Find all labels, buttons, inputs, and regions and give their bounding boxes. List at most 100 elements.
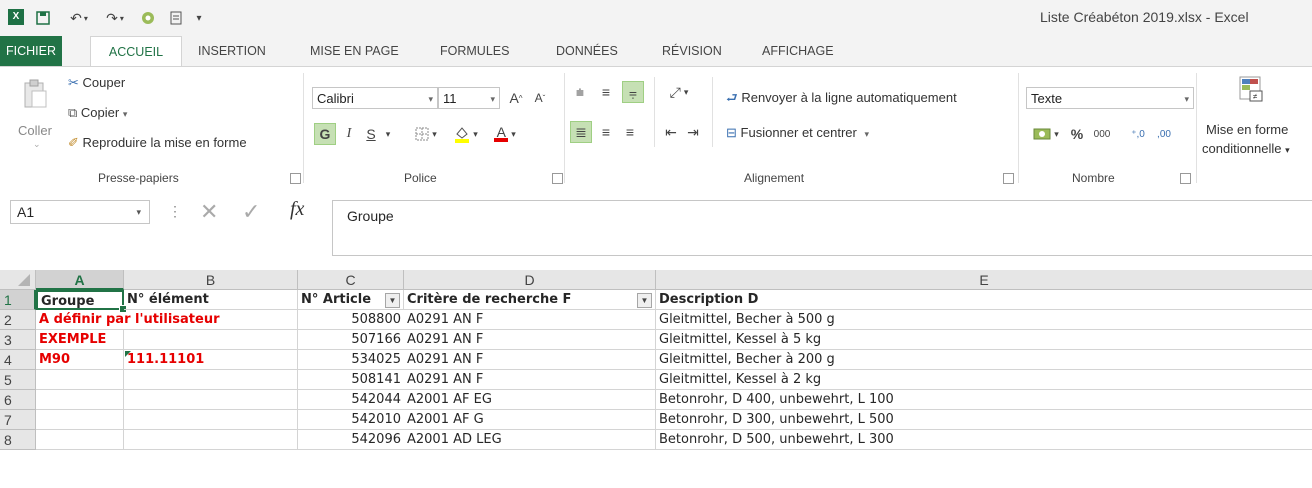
cell-e5[interactable]: Gleitmittel, Kessel à 2 kg: [656, 370, 1312, 390]
align-right-icon[interactable]: ≡: [620, 121, 640, 143]
name-box[interactable]: A1 ▾: [10, 200, 150, 224]
increase-indent-icon[interactable]: ⇥: [684, 121, 702, 143]
tab-donnees[interactable]: DONNÉES: [556, 36, 618, 66]
tab-mise-en-page[interactable]: MISE EN PAGE: [310, 36, 399, 66]
borders-icon[interactable]: ▾: [412, 123, 440, 145]
align-left-icon[interactable]: ≣: [570, 121, 592, 143]
align-middle-icon[interactable]: ≡: [596, 81, 616, 103]
decrease-indent-icon[interactable]: ⇤: [662, 121, 680, 143]
column-header-d[interactable]: D: [404, 270, 656, 290]
tab-insertion[interactable]: INSERTION: [198, 36, 266, 66]
cell-d8[interactable]: A2001 AD LEG: [404, 430, 656, 450]
paste-dropdown-icon[interactable]: ⌄: [33, 139, 41, 150]
column-header-c[interactable]: C: [298, 270, 404, 290]
increase-decimal-icon[interactable]: ⁺ ,0: [1126, 123, 1150, 145]
cell-d3[interactable]: A0291 AN F: [404, 330, 656, 350]
filter-dropdown-icon[interactable]: ▼: [385, 293, 400, 308]
cell-c4[interactable]: 534025: [298, 350, 404, 370]
row-header[interactable]: 7: [0, 410, 36, 430]
font-size-select[interactable]: 11 ▾: [438, 87, 500, 109]
shrink-font-icon[interactable]: Aˇ: [530, 87, 550, 109]
paste-icon[interactable]: [22, 79, 48, 112]
cell-e2[interactable]: Gleitmittel, Becher à 500 g: [656, 310, 1312, 330]
select-all-corner[interactable]: [0, 270, 36, 290]
cell-e6[interactable]: Betonrohr, D 400, unbewehrt, L 100: [656, 390, 1312, 410]
clipboard-launcher-icon[interactable]: [290, 173, 301, 184]
spelling-icon[interactable]: [138, 8, 158, 28]
underline-button[interactable]: S: [362, 123, 380, 145]
column-header-e[interactable]: E: [656, 270, 1312, 290]
row-header[interactable]: 1: [0, 290, 36, 310]
print-preview-icon[interactable]: [166, 8, 186, 28]
customize-qat-icon[interactable]: ▾: [192, 8, 206, 28]
cut-button[interactable]: ✂ Couper: [68, 75, 125, 91]
alignment-launcher-icon[interactable]: [1003, 173, 1014, 184]
cancel-icon[interactable]: ✕: [200, 199, 218, 225]
cell-d6[interactable]: A2001 AF EG: [404, 390, 656, 410]
wrap-text-button[interactable]: ⮐ Renvoyer à la ligne automatiquement: [726, 89, 957, 111]
cell-d1[interactable]: Critère de recherche F: [404, 290, 656, 310]
paste-button[interactable]: Coller: [18, 123, 52, 138]
cell-b8[interactable]: [124, 430, 298, 450]
cell-c3[interactable]: 507166: [298, 330, 404, 350]
cell-b5[interactable]: [124, 370, 298, 390]
number-format-select[interactable]: Texte ▾: [1026, 87, 1194, 109]
row-header[interactable]: 5: [0, 370, 36, 390]
enter-icon[interactable]: ✓: [242, 199, 260, 225]
number-launcher-icon[interactable]: [1180, 173, 1191, 184]
cell-a7[interactable]: [36, 410, 124, 430]
row-header[interactable]: 6: [0, 390, 36, 410]
font-launcher-icon[interactable]: [552, 173, 563, 184]
percent-button[interactable]: %: [1068, 123, 1086, 145]
bold-button[interactable]: G: [314, 123, 336, 145]
cell-c7[interactable]: 542010: [298, 410, 404, 430]
thousands-button[interactable]: 000: [1088, 123, 1116, 145]
cell-e4[interactable]: Gleitmittel, Becher à 200 g: [656, 350, 1312, 370]
cell-b6[interactable]: [124, 390, 298, 410]
cell-c5[interactable]: 508141: [298, 370, 404, 390]
cond-format-label-1[interactable]: Mise en forme: [1206, 122, 1288, 137]
decrease-decimal-icon[interactable]: ,00: [1152, 123, 1176, 145]
cell-b2[interactable]: [124, 310, 298, 330]
align-top-icon[interactable]: ⩧: [570, 81, 590, 103]
redo-icon[interactable]: ↷ ▾: [100, 8, 130, 28]
cell-c6[interactable]: 542044: [298, 390, 404, 410]
tab-revision[interactable]: RÉVISION: [662, 36, 722, 66]
format-painter-button[interactable]: ✐ Reproduire la mise en forme: [68, 135, 247, 151]
cell-b4[interactable]: 111.11101: [124, 350, 298, 370]
font-name-select[interactable]: Calibri ▾: [312, 87, 438, 109]
column-header-b[interactable]: B: [124, 270, 298, 290]
fill-color-icon[interactable]: ▾: [448, 123, 484, 145]
align-center-icon[interactable]: ≡: [596, 121, 616, 143]
copy-button[interactable]: ⧉ Copier ▾: [68, 105, 127, 121]
orientation-icon[interactable]: ⤢ ▾: [662, 81, 696, 103]
cell-b3[interactable]: [124, 330, 298, 350]
font-color-icon[interactable]: A ▾: [488, 123, 522, 145]
conditional-formatting-icon[interactable]: ≠: [1238, 75, 1266, 108]
cell-b1[interactable]: N° élément: [124, 290, 298, 310]
cell-a6[interactable]: [36, 390, 124, 410]
filter-dropdown-icon[interactable]: ▼: [637, 293, 652, 308]
insert-function-icon[interactable]: fx: [290, 198, 304, 221]
cell-b7[interactable]: [124, 410, 298, 430]
italic-button[interactable]: I: [340, 123, 358, 145]
cell-a8[interactable]: [36, 430, 124, 450]
row-header[interactable]: 3: [0, 330, 36, 350]
cell-d7[interactable]: A2001 AF G: [404, 410, 656, 430]
column-header-a[interactable]: A: [36, 270, 124, 290]
cond-format-label-2[interactable]: conditionnelle ▾: [1202, 141, 1290, 156]
cell-a5[interactable]: [36, 370, 124, 390]
formula-input[interactable]: Groupe: [332, 200, 1312, 256]
error-indicator-icon[interactable]: [125, 351, 131, 357]
cell-d4[interactable]: A0291 AN F: [404, 350, 656, 370]
grow-font-icon[interactable]: A ^: [506, 87, 526, 109]
save-icon[interactable]: [34, 8, 52, 28]
cell-e3[interactable]: Gleitmittel, Kessel à 5 kg: [656, 330, 1312, 350]
cell-e8[interactable]: Betonrohr, D 500, unbewehrt, L 300: [656, 430, 1312, 450]
row-header[interactable]: 8: [0, 430, 36, 450]
cell-a1[interactable]: Groupe: [36, 290, 124, 310]
tab-accueil[interactable]: ACCUEIL: [90, 36, 182, 68]
cell-c8[interactable]: 542096: [298, 430, 404, 450]
undo-icon[interactable]: ↶ ▾: [64, 8, 94, 28]
cell-d5[interactable]: A0291 AN F: [404, 370, 656, 390]
